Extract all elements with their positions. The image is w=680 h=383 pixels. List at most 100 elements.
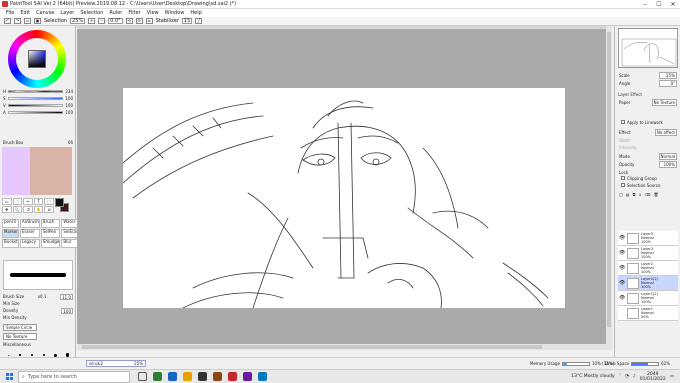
layer-item[interactable]: 👁 Layer5 Normal 100% — [618, 231, 678, 246]
brush-eraser[interactable]: Eraser — [19, 229, 40, 238]
clipping-group-check[interactable]: Clipping Group — [621, 175, 657, 181]
layer-effect-title[interactable]: Layer Effect — [618, 92, 642, 98]
effect-row[interactable]: Effect No effect — [619, 128, 677, 136]
brush-smudge[interactable]: Smudge — [40, 239, 61, 248]
rotate-left-icon[interactable]: ⟲ — [125, 18, 133, 24]
opacity-row[interactable]: Opacity 100% — [619, 160, 677, 168]
apply-linework-check[interactable]: Apply to Linework — [621, 119, 663, 125]
brush-bucket[interactable]: Bucket — [2, 239, 19, 248]
eyedropper-icon[interactable]: ⊘ — [44, 206, 54, 213]
magic-wand-icon[interactable]: ⬚ — [44, 198, 54, 205]
layer-item[interactable]: 👁 Layer2 Normal 100% — [618, 261, 678, 276]
brush-size-row[interactable]: Brush Size x0.1 11.0 — [3, 294, 73, 300]
brush-marker[interactable]: Marker — [2, 229, 19, 238]
menu-edit[interactable]: Edit — [17, 10, 33, 16]
rotate-icon[interactable]: ↺ — [23, 206, 33, 213]
horizontal-scrollbar[interactable] — [77, 344, 612, 350]
misc-section[interactable]: Miscellaneous — [3, 342, 73, 348]
brush-shape-select[interactable]: Simple Circle — [3, 324, 37, 331]
app-icon-brown[interactable] — [213, 372, 222, 381]
selection-source-check[interactable]: Selection Source — [621, 182, 660, 188]
maximize-button[interactable]: ☐ — [652, 0, 666, 9]
blend-mode-row[interactable]: Mode Normal — [619, 152, 677, 160]
canvas-viewport[interactable] — [77, 26, 612, 350]
menu-canvas[interactable]: Canvas — [33, 10, 57, 16]
brush-brush[interactable]: Brush — [40, 219, 61, 228]
weather-widget[interactable]: 13°C Mostly cloudy — [571, 374, 615, 379]
menu-layer[interactable]: Layer — [57, 10, 77, 16]
nav-scale-row[interactable]: Scale 25% — [619, 71, 677, 79]
zoom-icon[interactable]: 🔍 — [12, 206, 23, 213]
new-folder-icon[interactable]: ▤ — [626, 192, 630, 197]
menu-view[interactable]: View — [144, 10, 162, 16]
brush-airbrush[interactable]: AirBrush — [19, 219, 40, 228]
brush-pencil[interactable]: pencil — [2, 219, 19, 228]
tray-chevron-icon[interactable]: ˄ — [619, 374, 621, 379]
app-icon-purple[interactable] — [243, 372, 252, 381]
menu-file[interactable]: File — [3, 10, 17, 16]
layer-item-selected[interactable]: 👁 Layer2(2) Normal 100% — [618, 276, 678, 291]
select-rect-icon[interactable]: ▭ — [2, 198, 12, 205]
zoom-in-icon[interactable]: + — [88, 18, 96, 24]
drawing-canvas[interactable] — [123, 88, 565, 308]
zoom-field[interactable]: 25% — [70, 18, 86, 24]
ruler-icon[interactable]: ╱ — [195, 18, 203, 24]
notification-icon[interactable]: ▭ — [670, 374, 674, 379]
hand-icon[interactable]: ✋ — [33, 206, 44, 213]
layer-item[interactable]: 👁 Layer1(2) Normal 100% — [618, 291, 678, 306]
min-size-row[interactable]: Min Size — [3, 301, 73, 307]
app-icon-dark[interactable] — [198, 372, 207, 381]
menu-selection[interactable]: Selection — [77, 10, 106, 16]
saturation-slider[interactable]: S 100 — [3, 96, 73, 101]
network-icon[interactable]: ◔ — [625, 374, 629, 379]
navigator-preview[interactable] — [618, 28, 678, 68]
merge-down-icon[interactable]: ⇓ — [638, 192, 641, 197]
close-button[interactable]: ✕ — [666, 0, 680, 9]
eye-icon[interactable]: 👁 — [619, 295, 625, 301]
eye-icon[interactable]: 👁 — [619, 265, 625, 271]
file-explorer-icon[interactable] — [183, 372, 192, 381]
paper-row[interactable]: Paper No Texture — [619, 98, 677, 106]
swatch-lavender[interactable] — [2, 147, 30, 195]
brush-texture-select[interactable]: No Texture — [3, 333, 37, 340]
deselect-icon[interactable]: ▭ — [24, 18, 31, 24]
effect-intensity-row[interactable]: Intensity — [619, 144, 677, 150]
minimize-button[interactable]: – — [638, 0, 652, 9]
app-icon-green[interactable] — [153, 372, 162, 381]
clock[interactable]: 2049 01/01/2022 — [640, 372, 666, 382]
app-icon-cyan[interactable] — [258, 372, 267, 381]
flip-icon[interactable]: ⇋ — [145, 18, 153, 24]
eye-icon[interactable]: 👁 — [619, 280, 625, 286]
nav-angle-row[interactable]: Angle 0° — [619, 79, 677, 87]
delete-layer-icon[interactable]: 🗑 — [653, 192, 658, 197]
menu-window[interactable]: Window — [162, 10, 188, 16]
lasso-icon[interactable]: ◌ — [12, 198, 23, 205]
layer-item[interactable]: Layer1 Normal 50% — [618, 306, 678, 321]
menu-filter[interactable]: Filter — [125, 10, 143, 16]
eye-icon[interactable]: 👁 — [619, 235, 625, 241]
document-tab[interactable]: sd.sai2 25% — [86, 360, 146, 367]
effect-width-row[interactable]: Width — [619, 137, 677, 143]
selection-toggle-icon[interactable]: ▣ — [34, 18, 41, 24]
saturation-value-square[interactable] — [28, 50, 46, 68]
swatch-skin[interactable] — [30, 147, 72, 195]
task-view-icon[interactable] — [138, 372, 147, 381]
zoom-out-icon[interactable]: − — [98, 18, 106, 24]
copy-layer-icon[interactable]: ⧉ — [633, 192, 636, 197]
app-icon-blue[interactable] — [168, 372, 177, 381]
alpha-slider[interactable]: A 100 — [3, 110, 73, 115]
stabilizer-field[interactable]: 15 — [181, 18, 193, 24]
density-row[interactable]: Density 100 — [3, 308, 73, 314]
start-button[interactable] — [0, 370, 18, 383]
foreground-color[interactable] — [55, 198, 64, 207]
hue-slider[interactable]: H 234 — [3, 89, 73, 94]
text-icon[interactable]: T — [33, 198, 44, 205]
cut-icon[interactable]: ✂ — [23, 198, 33, 205]
min-density-row[interactable]: Min Density — [3, 315, 73, 321]
undo-icon[interactable]: ↶ — [4, 18, 11, 24]
rotation-field[interactable]: 0.0° — [108, 18, 123, 24]
brush-selpen[interactable]: SelPen — [40, 229, 61, 238]
layer-item[interactable]: 👁 Layer3 Normal 100% — [618, 246, 678, 261]
rotate-right-icon[interactable]: ⟳ — [135, 18, 143, 24]
color-wheel[interactable] — [8, 30, 66, 88]
